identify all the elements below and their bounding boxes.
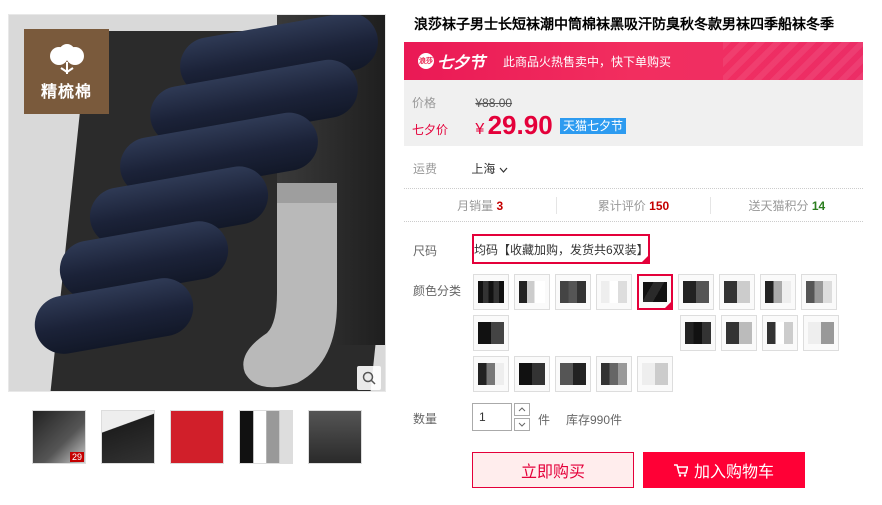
decrease-button[interactable] — [514, 418, 530, 431]
chevron-down-icon — [518, 422, 526, 427]
buy-now-button[interactable]: 立即购买 — [472, 452, 634, 488]
color-swatch-19[interactable] — [637, 356, 673, 392]
city-text: 上海 — [471, 162, 496, 176]
monthly-sales-label: 月销量 — [457, 198, 494, 213]
original-price-row: 价格 ¥88.00 — [412, 94, 512, 111]
selected-check-icon — [663, 300, 671, 308]
combed-cotton-badge: 精梳棉 — [24, 29, 109, 114]
logo-circle: 浪莎 — [418, 53, 434, 69]
qixi-logo: 浪莎 七夕节 — [418, 49, 485, 73]
tmall-points-value: 14 — [811, 198, 826, 213]
color-swatch-16[interactable] — [514, 356, 550, 392]
thumbnail-2[interactable] — [101, 410, 155, 464]
quantity-value: 1 — [479, 410, 486, 424]
color-swatch-14[interactable] — [803, 315, 839, 351]
chevron-down-icon — [499, 167, 508, 173]
add-to-cart-button[interactable]: 加入购物车 — [643, 452, 805, 488]
monthly-sales-value: 3 — [496, 198, 504, 213]
thumbnail-5[interactable] — [308, 410, 362, 464]
color-swatch-7[interactable] — [719, 274, 755, 310]
chevron-up-icon — [518, 407, 526, 412]
review-count-value: 150 — [649, 198, 670, 213]
color-swatch-4[interactable] — [596, 274, 632, 310]
color-swatch-3[interactable] — [555, 274, 591, 310]
monthly-sales: 月销量 3 — [404, 197, 556, 214]
color-swatch-6[interactable] — [678, 274, 714, 310]
price-panel: 浪莎 七夕节 此商品火热售卖中，快下单购买 价格 ¥88.00 七夕价 ¥ 29… — [404, 42, 863, 146]
color-swatch-9[interactable] — [801, 274, 837, 310]
increase-button[interactable] — [514, 403, 530, 416]
quantity-unit: 件 — [538, 413, 551, 427]
sale-price-label: 七夕价 — [412, 123, 449, 137]
stats-bar: 月销量 3 累计评价 150 送天猫积分 14 — [404, 188, 863, 222]
zoom-button[interactable] — [357, 366, 381, 390]
color-swatches — [473, 274, 843, 392]
promo-text: 此商品火热售卖中，快下单购买 — [503, 54, 672, 69]
cotton-icon — [49, 44, 84, 74]
color-swatch-2[interactable] — [514, 274, 550, 310]
review-count[interactable]: 累计评价 150 — [556, 196, 709, 214]
stock-text: 库存990件 — [566, 413, 623, 427]
size-option[interactable]: 均码【收藏加购，发货共6双装】 — [472, 234, 650, 264]
quantity-label: 数量 — [413, 412, 438, 426]
thumbnail-1[interactable]: 29 — [32, 410, 86, 464]
size-label: 尺码 — [413, 244, 438, 258]
promo-decoration — [723, 42, 863, 80]
color-swatch-8[interactable] — [760, 274, 796, 310]
size-option-text: 均码【收藏加购，发货共6双装】 — [474, 242, 649, 257]
color-swatch-11[interactable] — [680, 315, 716, 351]
thumbnail-3[interactable] — [170, 410, 224, 464]
quantity-input[interactable]: 1 — [472, 403, 512, 431]
badge-text: 精梳棉 — [40, 84, 92, 101]
color-swatch-15[interactable] — [473, 356, 509, 392]
shipping-row: 运费 上海 — [413, 160, 508, 177]
main-product-image[interactable]: 精梳棉 — [8, 14, 386, 392]
selected-check-icon — [640, 254, 650, 264]
color-swatch-1[interactable] — [473, 274, 509, 310]
promo-banner: 浪莎 七夕节 此商品火热售卖中，快下单购买 — [404, 42, 863, 80]
color-swatch-17[interactable] — [555, 356, 591, 392]
magnifier-icon — [362, 371, 376, 385]
sale-price-row: 七夕价 ¥ 29.90 天猫七夕节 — [412, 110, 627, 141]
orig-price-label: 价格 — [412, 96, 437, 110]
product-title: 浪莎袜子男士长短袜潮中筒棉袜黑吸汗防臭秋冬款男袜四季船袜冬季 — [414, 16, 834, 32]
orig-price: ¥88.00 — [475, 96, 513, 110]
sale-price: 29.90 — [487, 110, 553, 140]
buy-now-label: 立即购买 — [520, 464, 585, 481]
thumb-price-tag: 29 — [69, 452, 84, 462]
color-swatch-5[interactable] — [637, 274, 673, 310]
event-tag[interactable]: 天猫七夕节 — [560, 118, 627, 134]
color-swatch-12[interactable] — [721, 315, 757, 351]
color-swatch-10[interactable] — [473, 315, 509, 351]
shipping-city-select[interactable]: 上海 — [471, 162, 508, 176]
logo-script: 七夕节 — [437, 53, 486, 72]
grey-sock-image — [243, 183, 337, 388]
quantity-stepper[interactable] — [514, 403, 530, 433]
color-label: 颜色分类 — [413, 284, 462, 298]
tmall-points: 送天猫积分 14 — [709, 196, 863, 214]
thumbnail-strip: 29 — [32, 410, 362, 464]
add-to-cart-label: 加入购物车 — [693, 464, 774, 481]
cart-icon — [673, 463, 688, 477]
thumbnail-4[interactable] — [239, 410, 293, 464]
color-swatch-18[interactable] — [596, 356, 632, 392]
tmall-points-label: 送天猫积分 — [748, 198, 809, 213]
currency-symbol: ¥ — [475, 121, 485, 138]
review-count-label: 累计评价 — [597, 198, 646, 213]
shipping-label: 运费 — [413, 162, 438, 176]
color-swatch-13[interactable] — [762, 315, 798, 351]
